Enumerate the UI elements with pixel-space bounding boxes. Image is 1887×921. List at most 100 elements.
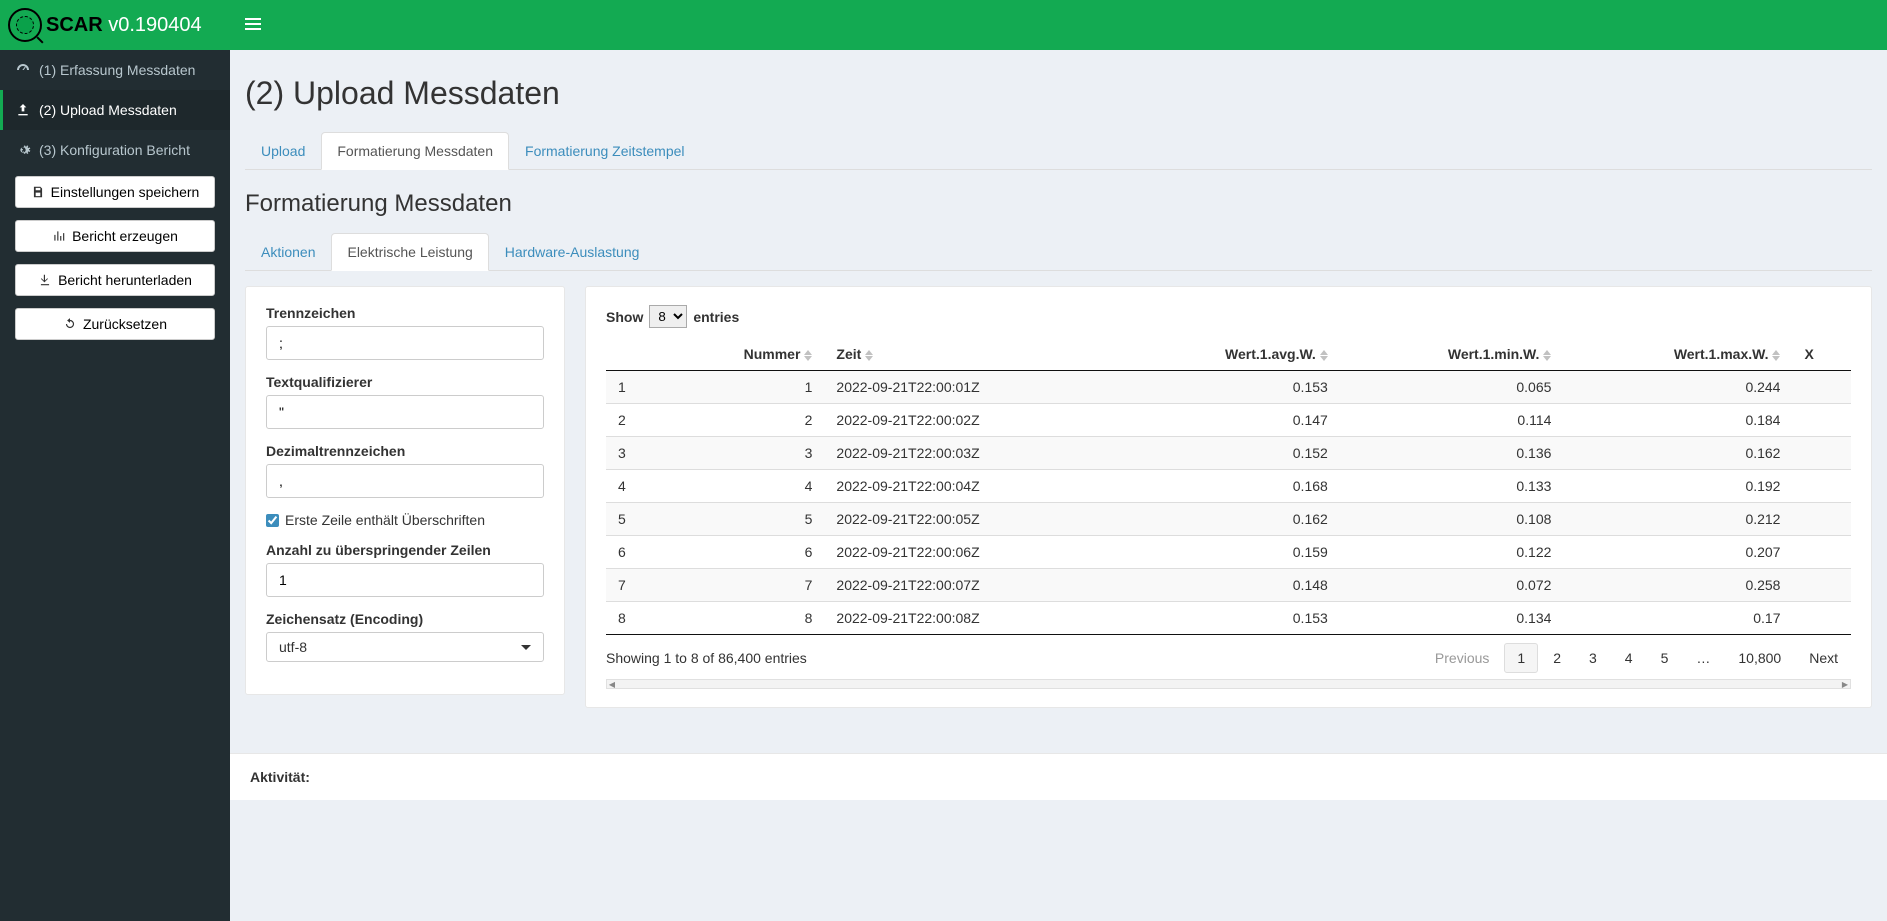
page-5[interactable]: 5: [1648, 643, 1682, 673]
skip-input[interactable]: [266, 563, 544, 597]
column-header[interactable]: [606, 338, 662, 371]
table-cell: 6: [606, 536, 662, 569]
table-cell: [1792, 569, 1851, 602]
encoding-select[interactable]: utf-8: [266, 632, 544, 662]
sidebar-item-upload[interactable]: (2) Upload Messdaten: [0, 90, 230, 130]
table-cell: 0.065: [1340, 371, 1564, 404]
reset-button[interactable]: Zurücksetzen: [15, 308, 215, 340]
pagination: Previous12345…10,800Next: [1422, 643, 1851, 673]
sidebar-toggle[interactable]: [230, 0, 276, 51]
table-row: 552022-09-21T22:00:05Z0.1620.1080.212: [606, 503, 1851, 536]
table-row: 662022-09-21T22:00:06Z0.1590.1220.207: [606, 536, 1851, 569]
page-2[interactable]: 2: [1540, 643, 1574, 673]
table-info: Showing 1 to 8 of 86,400 entries: [606, 650, 807, 666]
table-row: 442022-09-21T22:00:04Z0.1680.1330.192: [606, 470, 1851, 503]
column-header[interactable]: Wert.1.max.W.: [1563, 338, 1792, 371]
table-cell: 2022-09-21T22:00:01Z: [824, 371, 1117, 404]
data-table-panel: Show 8 entries NummerZeitWert.1.avg.W.We…: [585, 286, 1872, 708]
encoding-value: utf-8: [279, 639, 307, 655]
generate-report-button[interactable]: Bericht erzeugen: [15, 220, 215, 252]
table-cell: 2022-09-21T22:00:06Z: [824, 536, 1117, 569]
page-title: (2) Upload Messdaten: [245, 75, 1872, 112]
table-cell: [1792, 503, 1851, 536]
table-cell: 1: [662, 371, 825, 404]
table-cell: 2: [606, 404, 662, 437]
table-row: 112022-09-21T22:00:01Z0.1530.0650.244: [606, 371, 1851, 404]
tab-formatierung-messdaten[interactable]: Formatierung Messdaten: [321, 132, 509, 170]
tab-formatierung-zeitstempel[interactable]: Formatierung Zeitstempel: [509, 132, 701, 170]
table-cell: [1792, 404, 1851, 437]
button-label: Bericht erzeugen: [72, 228, 178, 244]
table-cell: [1792, 437, 1851, 470]
table-cell: [1792, 536, 1851, 569]
textqualifier-input[interactable]: [266, 395, 544, 429]
delimiter-input[interactable]: [266, 326, 544, 360]
logo-icon: [8, 8, 42, 42]
save-settings-button[interactable]: Einstellungen speichern: [15, 176, 215, 208]
page-…[interactable]: …: [1683, 643, 1723, 673]
table-cell: 2022-09-21T22:00:02Z: [824, 404, 1117, 437]
show-label: Show: [606, 309, 643, 325]
table-cell: 0.152: [1118, 437, 1340, 470]
table-cell: 0.184: [1563, 404, 1792, 437]
page-4[interactable]: 4: [1612, 643, 1646, 673]
column-header[interactable]: Wert.1.min.W.: [1340, 338, 1564, 371]
activity-label: Aktivität:: [250, 769, 310, 785]
table-cell: 5: [606, 503, 662, 536]
table-cell: 8: [606, 602, 662, 635]
table-cell: 8: [662, 602, 825, 635]
table-cell: 4: [662, 470, 825, 503]
page-10,800[interactable]: 10,800: [1725, 643, 1794, 673]
download-report-button[interactable]: Bericht herunterladen: [15, 264, 215, 296]
refresh-icon: [63, 317, 77, 331]
firstrow-label: Erste Zeile enthält Überschriften: [285, 512, 485, 528]
hamburger-icon: [245, 15, 261, 33]
table-cell: 0.148: [1118, 569, 1340, 602]
sidebar-item-erfassung[interactable]: (1) Erfassung Messdaten: [0, 50, 230, 90]
app-logo[interactable]: SCAR v0.190404: [0, 0, 230, 50]
column-header[interactable]: Zeit: [824, 338, 1117, 371]
column-header[interactable]: Nummer: [662, 338, 825, 371]
button-label: Bericht herunterladen: [58, 272, 192, 288]
tab-elektrische-leistung[interactable]: Elektrische Leistung: [331, 233, 488, 271]
dashboard-icon: [15, 62, 31, 78]
decimal-label: Dezimaltrennzeichen: [266, 443, 544, 459]
sidebar-item-label: (1) Erfassung Messdaten: [39, 62, 195, 78]
table-cell: [1792, 470, 1851, 503]
tab-aktionen[interactable]: Aktionen: [245, 233, 331, 271]
sidebar-item-label: (2) Upload Messdaten: [39, 102, 177, 118]
button-label: Zurücksetzen: [83, 316, 167, 332]
data-table: NummerZeitWert.1.avg.W.Wert.1.min.W.Wert…: [606, 338, 1851, 635]
table-cell: 0.134: [1340, 602, 1564, 635]
page-next[interactable]: Next: [1796, 643, 1851, 673]
table-cell: 0.114: [1340, 404, 1564, 437]
main-tabs: Upload Formatierung Messdaten Formatieru…: [245, 132, 1872, 170]
tab-upload[interactable]: Upload: [245, 132, 321, 170]
table-cell: 0.192: [1563, 470, 1792, 503]
scroll-left-icon: ◀: [607, 680, 617, 688]
page-size-select[interactable]: 8: [649, 305, 687, 328]
table-cell: 0.159: [1118, 536, 1340, 569]
bar-chart-icon: [52, 229, 66, 243]
firstrow-checkbox[interactable]: [266, 514, 279, 527]
table-cell: 5: [662, 503, 825, 536]
entries-label: entries: [693, 309, 739, 325]
table-cell: 0.168: [1118, 470, 1340, 503]
column-header[interactable]: X: [1792, 338, 1851, 371]
table-cell: [1792, 371, 1851, 404]
table-cell: 0.17: [1563, 602, 1792, 635]
table-cell: 2: [662, 404, 825, 437]
column-header[interactable]: Wert.1.avg.W.: [1118, 338, 1340, 371]
sidebar-item-konfiguration[interactable]: (3) Konfiguration Bericht: [0, 130, 230, 170]
table-cell: 2022-09-21T22:00:08Z: [824, 602, 1117, 635]
page-1[interactable]: 1: [1504, 643, 1538, 673]
horizontal-scrollbar[interactable]: ◀ ▶: [606, 679, 1851, 689]
sidebar: (1) Erfassung Messdaten (2) Upload Messd…: [0, 50, 230, 921]
decimal-input[interactable]: [266, 464, 544, 498]
page-3[interactable]: 3: [1576, 643, 1610, 673]
tab-hardware-auslastung[interactable]: Hardware-Auslastung: [489, 233, 656, 271]
download-icon: [38, 273, 52, 287]
table-cell: 3: [606, 437, 662, 470]
table-cell: 7: [662, 569, 825, 602]
sort-icon: [1320, 350, 1328, 361]
